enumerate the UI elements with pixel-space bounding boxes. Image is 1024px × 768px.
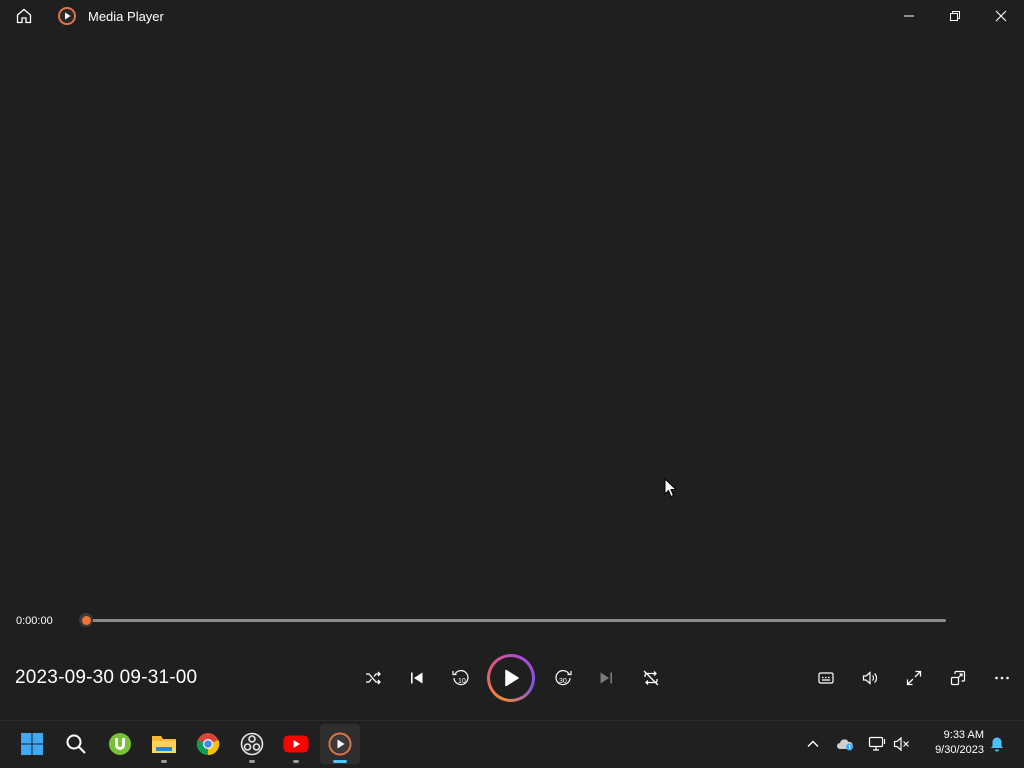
chrome-icon: [196, 733, 220, 756]
taskbar-utorrent[interactable]: [100, 724, 140, 764]
next-button[interactable]: [590, 662, 622, 694]
taskbar-chrome[interactable]: [188, 724, 228, 764]
notifications-button[interactable]: [986, 734, 1008, 754]
shuffle-icon: [366, 671, 381, 685]
minimize-icon: [904, 15, 914, 17]
taskbar-youtube[interactable]: [276, 724, 316, 764]
utorrent-icon: [109, 733, 131, 755]
forward-30-button[interactable]: 30: [547, 662, 579, 694]
media-title: 2023-09-30 09-31-00: [15, 667, 198, 688]
onedrive-tray-button[interactable]: [834, 734, 856, 754]
obs-running-indicator: [249, 760, 255, 763]
restore-icon: [950, 11, 960, 21]
forward-30-icon: 30: [555, 670, 572, 686]
video-surface[interactable]: [0, 32, 1024, 602]
more-button[interactable]: [986, 662, 1018, 694]
previous-button[interactable]: [401, 662, 433, 694]
repeat-off-icon: [643, 670, 659, 686]
taskbar-media-player[interactable]: [320, 724, 360, 764]
home-icon: [16, 8, 32, 24]
current-time: 0:00:00: [16, 615, 53, 627]
taskbar-file-explorer[interactable]: [144, 724, 184, 764]
next-icon: [600, 672, 612, 684]
home-button[interactable]: [8, 4, 40, 28]
youtube-running-indicator: [293, 760, 299, 763]
miniplayer-button[interactable]: [942, 662, 974, 694]
restore-button[interactable]: [932, 0, 978, 32]
volume-muted-icon: [893, 736, 909, 752]
network-tray-button[interactable]: [866, 734, 888, 754]
media-player-running-indicator: [333, 760, 347, 763]
search-icon: [66, 734, 86, 754]
close-icon: [995, 10, 1007, 22]
bell-icon: [991, 737, 1003, 752]
youtube-icon: [283, 735, 309, 753]
rewind-10-icon: 10: [452, 670, 469, 686]
play-icon: [505, 669, 519, 687]
previous-icon: [411, 672, 423, 684]
fullscreen-icon: [906, 670, 922, 686]
network-icon: [868, 736, 886, 751]
seek-thumb[interactable]: [79, 613, 93, 627]
taskbar-search-button[interactable]: [56, 724, 96, 764]
chevron-up-icon: [807, 740, 819, 747]
play-button[interactable]: [487, 654, 535, 702]
shuffle-button[interactable]: [357, 662, 389, 694]
more-icon: [995, 676, 1009, 680]
window-title: Media Player: [88, 9, 164, 24]
file-explorer-running-indicator: [161, 760, 167, 763]
show-hidden-icons-button[interactable]: [802, 734, 824, 754]
mouse-cursor-icon: [664, 477, 678, 503]
taskbar-clock[interactable]: 9:33 AM 9/30/2023: [920, 728, 984, 758]
rewind-10-button[interactable]: 10: [445, 662, 477, 694]
file-explorer-icon: [152, 736, 176, 753]
obs-icon: [240, 732, 264, 756]
seek-bar[interactable]: [86, 619, 946, 622]
clock-time: 9:33 AM: [943, 729, 984, 741]
svg-text:30: 30: [559, 678, 567, 685]
start-button[interactable]: [12, 724, 52, 764]
windows-start-icon: [21, 733, 43, 755]
volume-tray-button[interactable]: [891, 734, 913, 754]
miniplayer-icon: [950, 670, 966, 686]
svg-text:10: 10: [458, 678, 466, 685]
media-player-icon: [328, 732, 352, 756]
play-button-inner: [490, 657, 532, 699]
captions-icon: [818, 672, 834, 684]
onedrive-icon: [837, 739, 853, 751]
media-player-logo-icon: [58, 7, 76, 25]
taskbar-obs[interactable]: [232, 724, 272, 764]
volume-button[interactable]: [854, 662, 886, 694]
repeat-button[interactable]: [635, 662, 667, 694]
clock-date: 9/30/2023: [935, 744, 984, 756]
captions-button[interactable]: [810, 662, 842, 694]
close-button[interactable]: [978, 0, 1024, 32]
minimize-button[interactable]: [886, 0, 932, 32]
volume-icon: [862, 671, 878, 685]
fullscreen-button[interactable]: [898, 662, 930, 694]
